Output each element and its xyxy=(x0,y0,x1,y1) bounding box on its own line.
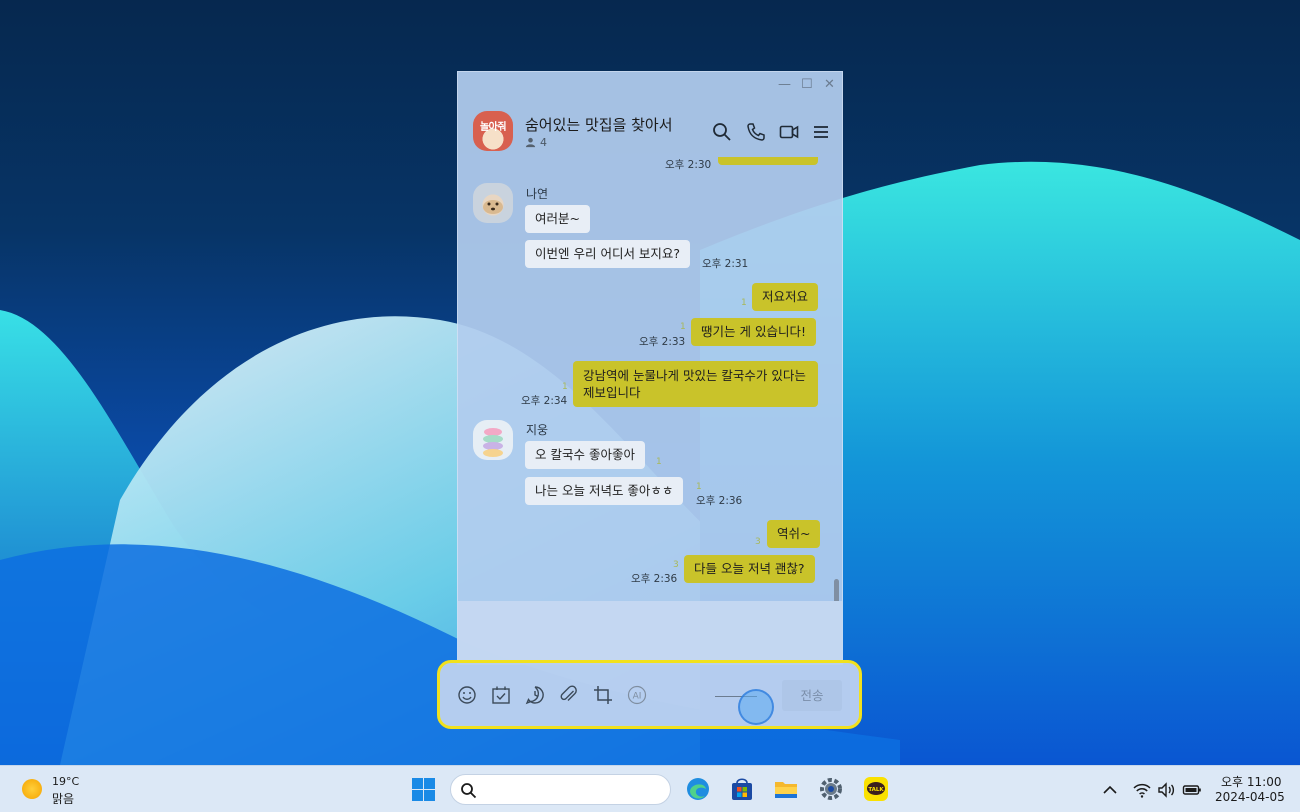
message-bubble-in[interactable]: 오 칼국수 좋아좋아 xyxy=(525,441,645,469)
maximize-button[interactable]: ☐ xyxy=(801,78,813,92)
message-timestamp: 오후 2:34 xyxy=(521,395,568,407)
phone-icon[interactable] xyxy=(746,122,766,142)
crop-screenshot-icon[interactable] xyxy=(592,684,614,706)
avatar-naeyeon[interactable] xyxy=(473,183,513,223)
calendar-check-icon[interactable] xyxy=(490,684,512,706)
unread-count: 1 xyxy=(741,298,747,308)
member-count[interactable]: 4 xyxy=(525,136,547,149)
close-button[interactable]: ✕ xyxy=(824,78,835,92)
sender-name: 지웅 xyxy=(526,423,549,437)
message-timestamp: 오후 2:36 xyxy=(631,573,678,585)
message-bubble-out[interactable]: 강남역에 눈물나게 맛있는 칼국수가 있다는 제보입니다 xyxy=(573,361,818,407)
taskbar: 19°C 맑음 TALK 오후 11:00 2024-04-05 xyxy=(0,765,1300,812)
video-call-icon[interactable] xyxy=(779,122,799,142)
unread-count: 3 xyxy=(673,560,679,570)
person-icon xyxy=(525,137,536,148)
ai-assistant-icon[interactable]: AI xyxy=(626,684,648,706)
search-icon[interactable] xyxy=(712,122,732,142)
send-button[interactable]: 전송 xyxy=(782,680,842,711)
wifi-icon[interactable] xyxy=(1132,780,1152,800)
message-timestamp: 오후 2:33 xyxy=(639,336,686,348)
pointer-highlight xyxy=(738,689,774,725)
clock-time[interactable]: 오후 11:00 xyxy=(1221,773,1281,790)
emoji-icon[interactable] xyxy=(456,684,478,706)
attachment-icon[interactable] xyxy=(558,684,580,706)
unread-count: 1 xyxy=(562,382,568,392)
edge-browser-icon[interactable] xyxy=(685,776,711,802)
input-toolbar: AI 전송 xyxy=(437,660,862,729)
chat-header: 놀아줘 숨어있는 맛집을 찾아서 4 xyxy=(458,102,844,162)
message-scrollbar[interactable] xyxy=(834,579,839,601)
message-list[interactable]: 오후 2:30 나연 여러분~ 이번엔 우리 어디서 보지요? 오후 2:31 … xyxy=(458,157,844,601)
message-bubble-out[interactable] xyxy=(718,157,818,165)
message-bubble-out[interactable]: 저요저요 xyxy=(752,283,819,311)
chat-title: 숨어있는 맛집을 찾아서 xyxy=(525,116,673,134)
message-bubble-in[interactable]: 나는 오늘 저녁도 좋아ㅎㅎ xyxy=(525,477,684,505)
chevron-up-icon[interactable] xyxy=(1100,780,1120,800)
message-bubble-out[interactable]: 다들 오늘 저녁 괜찮? xyxy=(684,555,815,583)
message-input-area[interactable] xyxy=(458,601,842,665)
minimize-button[interactable]: — xyxy=(778,78,791,92)
weather-temperature[interactable]: 19°C xyxy=(52,775,79,788)
unread-count: 3 xyxy=(755,537,761,547)
sun-icon[interactable] xyxy=(22,779,42,799)
message-bubble-in[interactable]: 이번엔 우리 어디서 보지요? xyxy=(525,240,691,268)
microsoft-store-icon[interactable] xyxy=(729,776,755,802)
taskbar-search-box[interactable] xyxy=(450,774,671,805)
volume-icon[interactable] xyxy=(1157,780,1177,800)
battery-icon[interactable] xyxy=(1182,780,1202,800)
sender-name: 나연 xyxy=(526,187,549,201)
file-explorer-icon[interactable] xyxy=(773,776,799,802)
settings-gear-icon[interactable] xyxy=(818,776,844,802)
menu-icon[interactable] xyxy=(811,122,831,142)
unread-count: 1 xyxy=(680,322,686,332)
message-timestamp: 오후 2:31 xyxy=(702,258,749,270)
kakaotalk-app-icon[interactable]: TALK xyxy=(863,776,889,802)
member-count-value: 4 xyxy=(540,136,547,149)
macaron-image xyxy=(483,428,503,457)
message-timestamp: 오후 2:30 xyxy=(665,159,712,171)
kakaotalk-label: TALK xyxy=(868,787,884,793)
unread-count: 1 xyxy=(696,482,702,492)
message-bubble-out[interactable]: 땡기는 게 있습니다! xyxy=(691,318,816,346)
ai-label: AI xyxy=(633,692,642,702)
clock-date[interactable]: 2024-04-05 xyxy=(1215,790,1285,804)
chat-window: — ☐ ✕ 놀아줘 숨어있는 맛집을 찾아서 4 오후 2:30 나연 여러분~… xyxy=(457,71,843,665)
schedule-message-icon[interactable] xyxy=(524,684,546,706)
weather-condition[interactable]: 맑음 xyxy=(52,790,74,807)
message-bubble-out[interactable]: 역쉬~ xyxy=(767,520,821,548)
group-avatar-text: 놀아줘 xyxy=(479,122,507,133)
avatar-jiung[interactable] xyxy=(473,420,513,460)
windows-start-icon[interactable] xyxy=(411,777,436,802)
unread-count: 1 xyxy=(656,457,662,467)
puppy-image xyxy=(483,200,503,214)
group-avatar[interactable]: 놀아줘 xyxy=(473,111,513,151)
message-timestamp: 오후 2:36 xyxy=(696,495,743,507)
search-icon xyxy=(461,783,477,799)
message-bubble-in[interactable]: 여러분~ xyxy=(525,205,590,233)
